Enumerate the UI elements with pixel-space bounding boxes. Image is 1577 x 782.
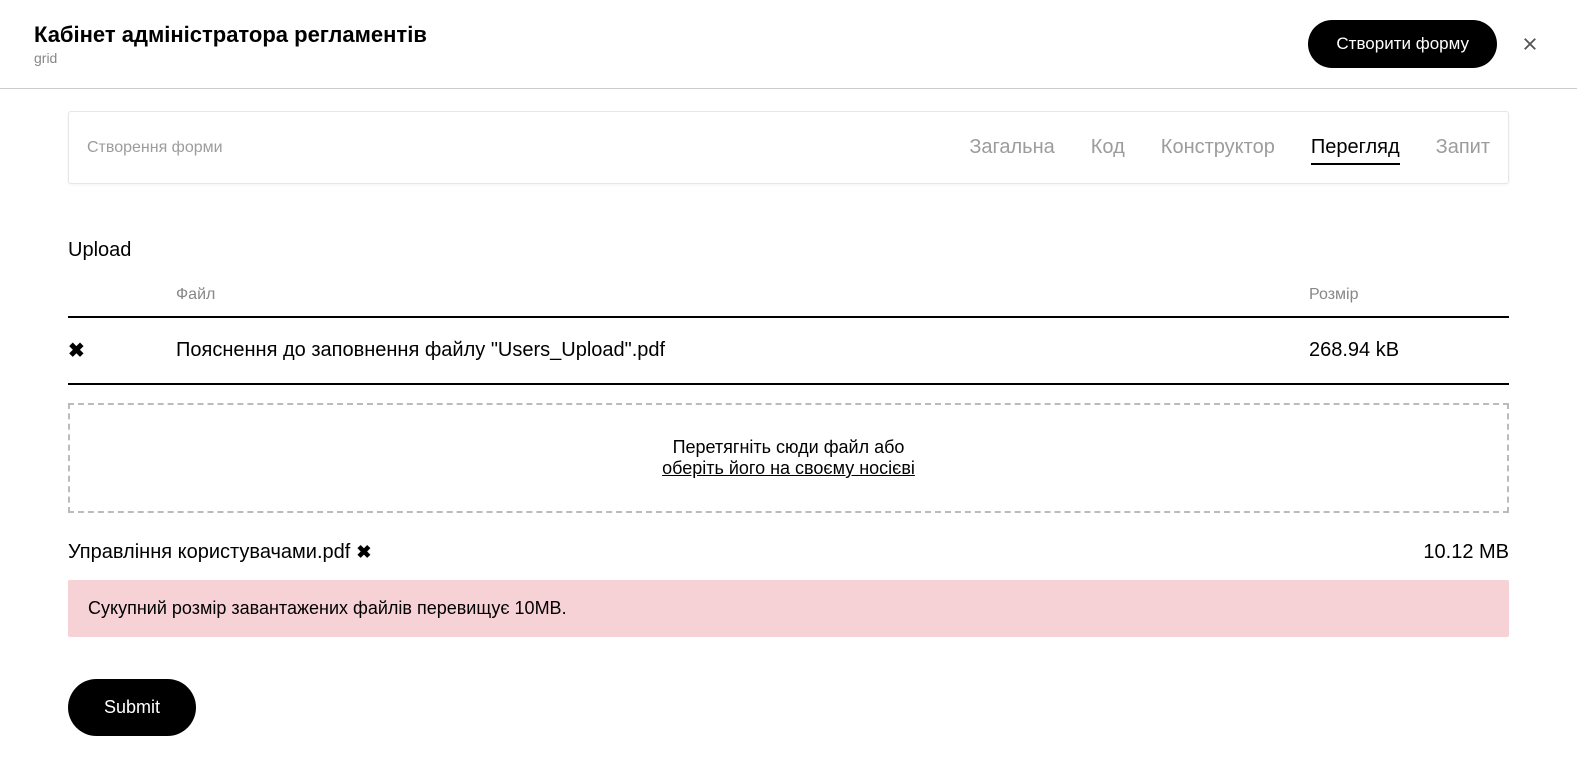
upload-label: Upload <box>68 239 1509 262</box>
file-table: Файл Розмір ✖ Пояснення до заповнення фа… <box>68 286 1509 385</box>
page-header: Кабінет адміністратора регламентів grid … <box>0 0 1577 89</box>
file-table-header: Файл Розмір <box>68 286 1509 318</box>
secondary-file-left: Управління користувачами.pdf ✖ <box>68 541 371 564</box>
col-file-header: Файл <box>176 286 1309 304</box>
file-name-cell: Пояснення до заповнення файлу "Users_Upl… <box>176 339 1309 362</box>
tab-bar-label: Створення форми <box>87 115 223 181</box>
table-row: ✖ Пояснення до заповнення файлу "Users_U… <box>68 318 1509 385</box>
upload-section: Upload Файл Розмір ✖ Пояснення до заповн… <box>68 239 1509 736</box>
remove-file-button[interactable]: ✖ <box>68 338 85 363</box>
col-action-header <box>68 286 176 304</box>
col-size-header: Розмір <box>1309 286 1509 304</box>
remove-secondary-file-button[interactable]: ✖ <box>356 542 371 563</box>
page-title: Кабінет адміністратора регламентів <box>34 22 427 48</box>
header-right: Створити форму <box>1308 20 1543 68</box>
tab-code[interactable]: Код <box>1091 112 1125 183</box>
error-banner: Сукупний розмір завантажених файлів пере… <box>68 580 1509 637</box>
file-size-cell: 268.94 kB <box>1309 339 1509 362</box>
tabs-container: Загальна Код Конструктор Перегляд Запит <box>969 112 1490 183</box>
tab-general[interactable]: Загальна <box>969 112 1054 183</box>
tab-request[interactable]: Запит <box>1436 112 1490 183</box>
create-form-button[interactable]: Створити форму <box>1308 20 1497 68</box>
header-left: Кабінет адміністратора регламентів grid <box>34 22 427 66</box>
content-area: Створення форми Загальна Код Конструктор… <box>0 111 1577 736</box>
secondary-file-name: Управління користувачами.pdf <box>68 541 350 564</box>
tab-constructor[interactable]: Конструктор <box>1161 112 1275 183</box>
file-dropzone[interactable]: Перетягніть сюди файл або оберіть його н… <box>68 403 1509 513</box>
dropzone-text: Перетягніть сюди файл або <box>102 437 1475 458</box>
tab-preview[interactable]: Перегляд <box>1311 112 1400 183</box>
tab-bar: Створення форми Загальна Код Конструктор… <box>68 111 1509 184</box>
secondary-file-row: Управління користувачами.pdf ✖ 10.12 MB <box>68 541 1509 564</box>
submit-button[interactable]: Submit <box>68 679 196 736</box>
close-button[interactable] <box>1517 31 1543 57</box>
x-icon: ✖ <box>356 542 371 562</box>
col-action: ✖ <box>68 338 176 363</box>
page-subtitle: grid <box>34 50 427 66</box>
secondary-file-size: 10.12 MB <box>1423 541 1509 564</box>
close-icon <box>1521 35 1539 53</box>
x-icon: ✖ <box>68 340 85 362</box>
dropzone-browse-link[interactable]: оберіть його на своєму носієві <box>662 458 915 478</box>
